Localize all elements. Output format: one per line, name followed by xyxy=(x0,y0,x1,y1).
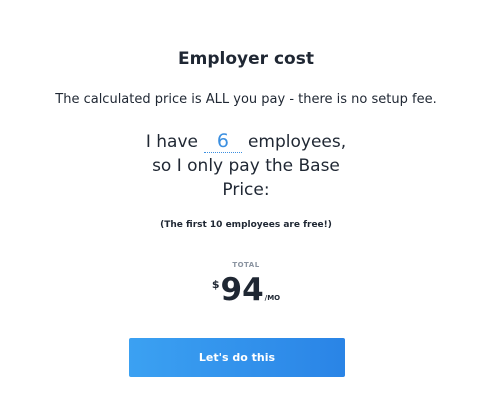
price-currency: $ xyxy=(211,278,220,291)
calc-line-3: Price: xyxy=(222,180,270,200)
total-price: $94/MO xyxy=(0,270,492,310)
calc-line-2: so I only pay the Base xyxy=(152,156,340,176)
pricing-subtitle: The calculated price is ALL you pay - th… xyxy=(55,92,437,107)
total-label: TOTAL xyxy=(232,261,260,269)
employer-cost-card: Employer cost The calculated price is AL… xyxy=(0,0,492,418)
free-employees-note: (The first 10 employees are free!) xyxy=(160,220,332,230)
calc-suffix: employees, xyxy=(247,132,347,152)
lets-do-this-button[interactable]: Let's do this xyxy=(129,338,345,377)
price-amount: 94 xyxy=(220,272,264,308)
page-title: Employer cost xyxy=(178,49,314,69)
employee-count-input[interactable] xyxy=(203,130,242,153)
calc-line-1: I have employees, xyxy=(0,130,492,154)
employee-calculator: I haveemployees, so I only pay the Base … xyxy=(0,130,492,202)
calc-prefix: I have xyxy=(145,132,198,152)
price-period: /MO xyxy=(264,294,281,302)
